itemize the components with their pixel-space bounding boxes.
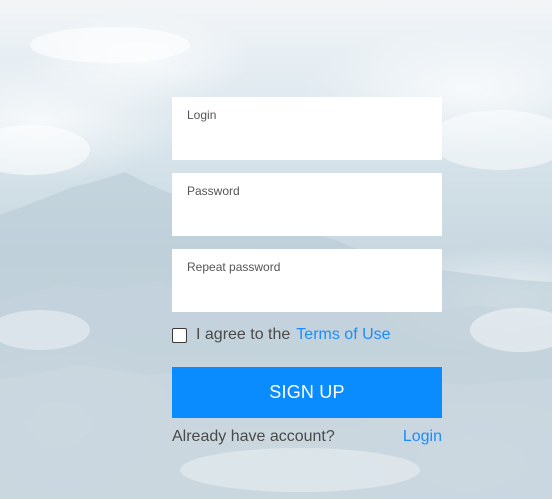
login-field-label: Login: [187, 108, 217, 122]
login-input[interactable]: [187, 127, 427, 149]
repeat-password-input[interactable]: [187, 279, 427, 301]
login-link[interactable]: Login: [403, 428, 442, 446]
login-field: Login: [172, 97, 442, 160]
password-input[interactable]: [187, 203, 427, 225]
password-field: Password: [172, 173, 442, 236]
sign-up-button[interactable]: SIGN UP: [172, 367, 442, 418]
terms-row: I agree to the Terms of Use: [172, 325, 391, 345]
repeat-password-field-label: Repeat password: [187, 260, 281, 274]
already-have-account-text: Already have account?: [172, 428, 335, 445]
password-field-label: Password: [187, 184, 240, 198]
repeat-password-field: Repeat password: [172, 249, 442, 312]
unchecked-checkbox-icon[interactable]: [172, 327, 187, 343]
terms-text: I agree to the: [196, 326, 291, 343]
footer-row: Already have account? Login: [172, 428, 442, 446]
signup-form: Login Password Repeat password I agree t…: [172, 97, 442, 445]
terms-of-use-link[interactable]: Terms of Use: [296, 326, 390, 344]
